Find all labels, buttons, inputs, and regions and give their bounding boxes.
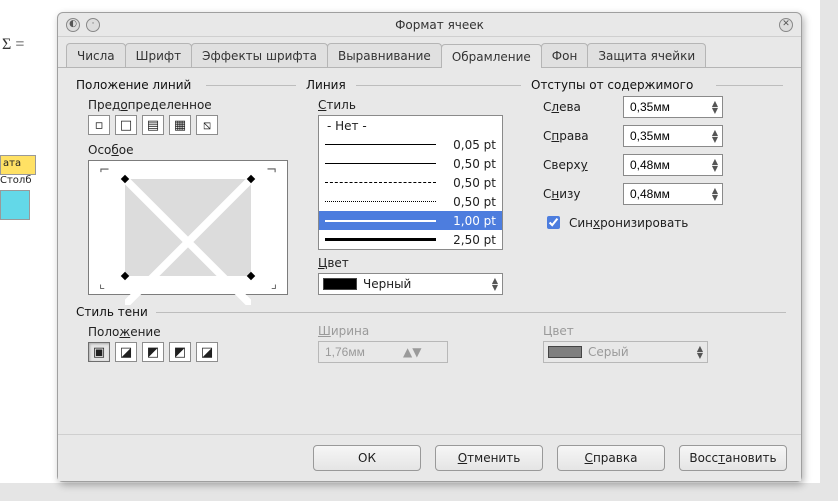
border-preview[interactable]: ⌐ ¬ ⌞ ⌟ — [88, 160, 288, 295]
spin-shadow-width: ▲▼ — [318, 341, 448, 363]
line-style-1[interactable]: 0,50 pt — [319, 154, 502, 173]
reset-button[interactable]: Восстановить — [679, 445, 787, 471]
preset-box-diag[interactable]: ⧅ — [196, 115, 218, 135]
padding-right-input[interactable] — [628, 128, 688, 144]
stepper-icon[interactable]: ▲▼ — [712, 158, 718, 172]
padding-left-input[interactable] — [628, 99, 688, 115]
tab-font-effects[interactable]: Эффекты шрифта — [191, 43, 328, 67]
label-sync: Синхронизировать — [569, 216, 688, 230]
label-style: Стиль — [318, 98, 521, 112]
titlebar: ◐ · Формат ячеек ✕ — [58, 13, 801, 37]
dialog-title: Формат ячеек — [395, 18, 484, 32]
line-color-value: Черный — [363, 277, 411, 291]
group-shadow: Стиль тени Положение ▣ ◪ ◩ ◩ ◪ — [76, 305, 296, 368]
shadow-bottom-right[interactable]: ◪ — [115, 342, 137, 362]
legend-padding: Отступы от содержимого — [531, 78, 783, 92]
tab-cell-protection[interactable]: Защита ячейки — [587, 43, 706, 67]
preview-diagonals — [125, 179, 251, 305]
formula-bar-icons: Σ = — [2, 36, 47, 58]
group-padding: Отступы от содержимого Слева ▲▼ Справа ▲… — [531, 78, 783, 295]
label-shadow-color: Цвет — [543, 324, 783, 338]
stepper-icon[interactable]: ▲▼ — [712, 129, 718, 143]
line-style-2[interactable]: 0,50 pt — [319, 173, 502, 192]
label-padding-bottom: Снизу — [543, 187, 615, 201]
tab-alignment[interactable]: Выравнивание — [327, 43, 442, 67]
legend-line: Линия — [306, 78, 521, 92]
shadow-top-right[interactable]: ◩ — [142, 342, 164, 362]
color-swatch-icon — [323, 278, 357, 290]
label-padding-left: Слева — [543, 100, 615, 114]
spin-padding-top[interactable]: ▲▼ — [623, 154, 723, 176]
line-style-0[interactable]: 0,05 pt — [319, 135, 502, 154]
group-line-arrangement: Положение линий Предопределенное ▫ □ ▤ ▦… — [76, 78, 296, 295]
preset-none[interactable]: ▫ — [88, 115, 110, 135]
stepper-icon[interactable]: ▲▼ — [712, 100, 718, 114]
label-user-defined: Особое — [88, 143, 296, 157]
tab-numbers[interactable]: Числа — [66, 43, 126, 67]
shadow-color-combo: Серый ▲▼ — [543, 341, 708, 363]
help-button[interactable]: Справка — [557, 445, 665, 471]
tab-font[interactable]: Шрифт — [125, 43, 193, 67]
label-padding-right: Справа — [543, 129, 615, 143]
legend-shadow: Стиль тени — [76, 305, 296, 319]
chevron-updown-icon: ▲▼ — [492, 277, 498, 291]
legend-line-arrangement: Положение линий — [76, 78, 296, 92]
shadow-none[interactable]: ▣ — [88, 342, 110, 362]
line-style-none[interactable]: - Нет - — [319, 116, 502, 135]
preset-box-grid[interactable]: ▦ — [169, 115, 191, 135]
close-icon[interactable]: ✕ — [779, 18, 793, 32]
shadow-color-value: Серый — [588, 345, 629, 359]
label-shadow-position: Положение — [88, 325, 296, 339]
shadow-position-buttons: ▣ ◪ ◩ ◩ ◪ — [88, 342, 296, 362]
line-style-listbox[interactable]: - Нет - 0,05 pt 0,50 pt 0,50 pt 0,50 pt … — [318, 115, 503, 250]
window-menu-icon[interactable]: ◐ — [66, 18, 80, 32]
line-style-5[interactable]: 2,50 pt — [319, 230, 502, 249]
preset-box[interactable]: □ — [115, 115, 137, 135]
preset-buttons: ▫ □ ▤ ▦ ⧅ — [88, 115, 296, 135]
bg-cell-yellow: ата — [0, 155, 36, 175]
label-shadow-width: Ширина — [318, 324, 521, 338]
spin-padding-right[interactable]: ▲▼ — [623, 125, 723, 147]
chevron-updown-icon: ▲▼ — [697, 345, 703, 359]
label-padding-top: Сверху — [543, 158, 615, 172]
format-cells-dialog: ◐ · Формат ячеек ✕ Числа Шрифт Эффекты ш… — [57, 12, 802, 482]
spin-padding-left[interactable]: ▲▼ — [623, 96, 723, 118]
line-style-4[interactable]: 1,00 pt — [319, 211, 502, 230]
stepper-icon: ▲▼ — [403, 345, 421, 359]
label-color: Цвет — [318, 256, 521, 270]
tab-borders[interactable]: Обрамление — [441, 44, 542, 68]
padding-top-input[interactable] — [628, 157, 688, 173]
sync-checkbox[interactable] — [547, 216, 560, 229]
line-color-combo[interactable]: Черный ▲▼ — [318, 273, 503, 295]
padding-bottom-input[interactable] — [628, 186, 688, 202]
group-shadow-color: Цвет Серый ▲▼ — [531, 305, 783, 368]
preset-box-hori[interactable]: ▤ — [142, 115, 164, 135]
line-style-3[interactable]: 0,50 pt — [319, 192, 502, 211]
bg-cell-cyan — [0, 190, 30, 220]
dialog-buttons: ОК Отменить Справка Восстановить — [58, 434, 801, 481]
bg-cell-label: Столб — [0, 175, 31, 186]
shadow-bottom-left[interactable]: ◩ — [169, 342, 191, 362]
color-swatch-icon — [548, 346, 582, 358]
stepper-icon[interactable]: ▲▼ — [712, 187, 718, 201]
spin-padding-bottom[interactable]: ▲▼ — [623, 183, 723, 205]
group-shadow-width: Ширина ▲▼ — [306, 305, 521, 368]
tab-list: Числа Шрифт Эффекты шрифта Выравнивание … — [58, 37, 801, 68]
tab-background[interactable]: Фон — [541, 43, 589, 67]
window-sticky-icon[interactable]: · — [86, 18, 100, 32]
label-predefined: Предопределенное — [88, 98, 296, 112]
ok-button[interactable]: ОК — [313, 445, 421, 471]
shadow-width-input — [323, 344, 403, 360]
group-line: Линия Стиль - Нет - 0,05 pt 0,50 pt 0,50… — [306, 78, 521, 295]
line-style-6[interactable]: 4,00 pt — [319, 249, 502, 250]
cancel-button[interactable]: Отменить — [435, 445, 543, 471]
shadow-top-left[interactable]: ◪ — [196, 342, 218, 362]
